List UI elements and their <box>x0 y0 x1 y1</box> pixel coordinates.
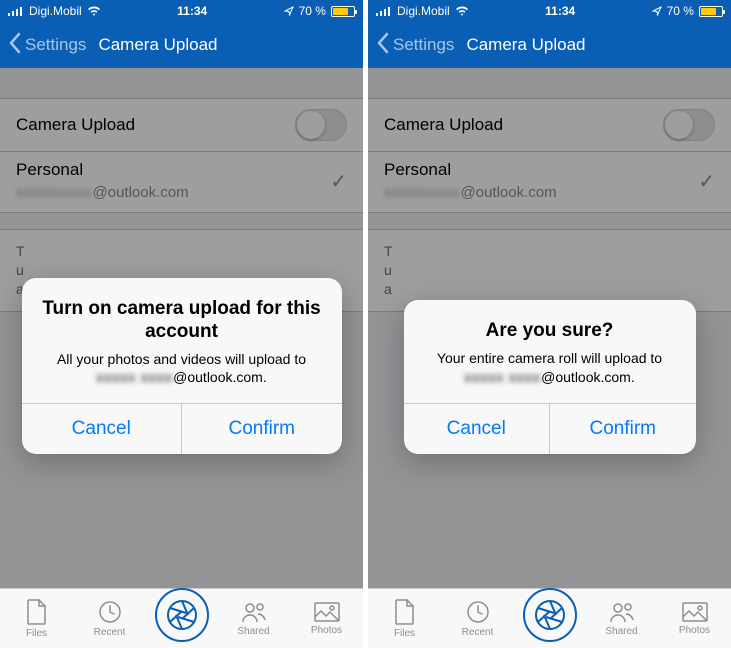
chevron-left-icon <box>376 32 389 59</box>
status-bar: Digi.Mobil 11:34 70 % <box>368 0 731 22</box>
wifi-icon <box>455 6 469 16</box>
alert-message: All your photos and videos will upload t… <box>40 350 324 388</box>
status-bar: Digi.Mobil 11:34 70 % <box>0 0 363 22</box>
clock-icon <box>466 600 490 624</box>
content-area: Camera Upload Personal xxxxxxxxx@outlook… <box>0 68 363 588</box>
content-area: Camera Upload Personal xxxxxxxxx@outlook… <box>368 68 731 588</box>
signal-icon <box>376 6 392 16</box>
location-icon <box>652 6 662 16</box>
battery-pct: 70 % <box>667 4 694 18</box>
file-icon <box>26 599 48 625</box>
tab-bar: Files Recent Shared Photos <box>0 588 363 648</box>
carrier-label: Digi.Mobil <box>397 4 450 18</box>
email-blurred: xxxxx xxxx <box>96 368 173 387</box>
tab-camera-center[interactable] <box>523 588 577 642</box>
alert-title: Are you sure? <box>422 320 678 343</box>
confirm-button[interactable]: Confirm <box>181 404 342 454</box>
signal-icon <box>8 6 24 16</box>
cancel-button[interactable]: Cancel <box>404 404 550 454</box>
battery-pct: 70 % <box>299 4 326 18</box>
wifi-icon <box>87 6 101 16</box>
tab-photos[interactable]: Photos <box>299 602 355 636</box>
tab-files[interactable]: Files <box>377 599 433 639</box>
carrier-label: Digi.Mobil <box>29 4 82 18</box>
back-button[interactable]: Settings <box>376 32 454 59</box>
back-label: Settings <box>393 35 454 55</box>
people-icon <box>241 601 267 623</box>
aperture-icon <box>166 599 198 631</box>
page-title: Camera Upload <box>466 35 585 55</box>
tab-shared[interactable]: Shared <box>594 601 650 637</box>
file-icon <box>394 599 416 625</box>
tab-files[interactable]: Files <box>9 599 65 639</box>
alert-dialog: Are you sure? Your entire camera roll wi… <box>404 300 696 454</box>
page-title: Camera Upload <box>98 35 217 55</box>
location-icon <box>284 6 294 16</box>
alert-dialog: Turn on camera upload for this account A… <box>22 278 342 454</box>
image-icon <box>314 602 340 622</box>
email-blurred: xxxxx xxxx <box>464 368 541 387</box>
clock-icon <box>98 600 122 624</box>
battery-icon <box>699 6 723 17</box>
back-label: Settings <box>25 35 86 55</box>
nav-bar: Settings Camera Upload <box>0 22 363 68</box>
confirm-button[interactable]: Confirm <box>549 404 696 454</box>
phone-right: Digi.Mobil 11:34 70 % Settings Camera Up… <box>368 0 731 648</box>
tab-bar: Files Recent Shared Photos <box>368 588 731 648</box>
cancel-button[interactable]: Cancel <box>22 404 182 454</box>
tab-shared[interactable]: Shared <box>226 601 282 637</box>
nav-bar: Settings Camera Upload <box>368 22 731 68</box>
aperture-icon <box>534 599 566 631</box>
status-time: 11:34 <box>545 4 575 18</box>
people-icon <box>609 601 635 623</box>
alert-title: Turn on camera upload for this account <box>40 298 324 344</box>
tab-recent[interactable]: Recent <box>450 600 506 638</box>
chevron-left-icon <box>8 32 21 59</box>
status-time: 11:34 <box>177 4 207 18</box>
back-button[interactable]: Settings <box>8 32 86 59</box>
tab-recent[interactable]: Recent <box>82 600 138 638</box>
alert-message: Your entire camera roll will upload to x… <box>422 349 678 387</box>
battery-icon <box>331 6 355 17</box>
image-icon <box>682 602 708 622</box>
tab-photos[interactable]: Photos <box>667 602 723 636</box>
tab-camera-center[interactable] <box>155 588 209 642</box>
phone-left: Digi.Mobil 11:34 70 % Settings Camera Up… <box>0 0 363 648</box>
